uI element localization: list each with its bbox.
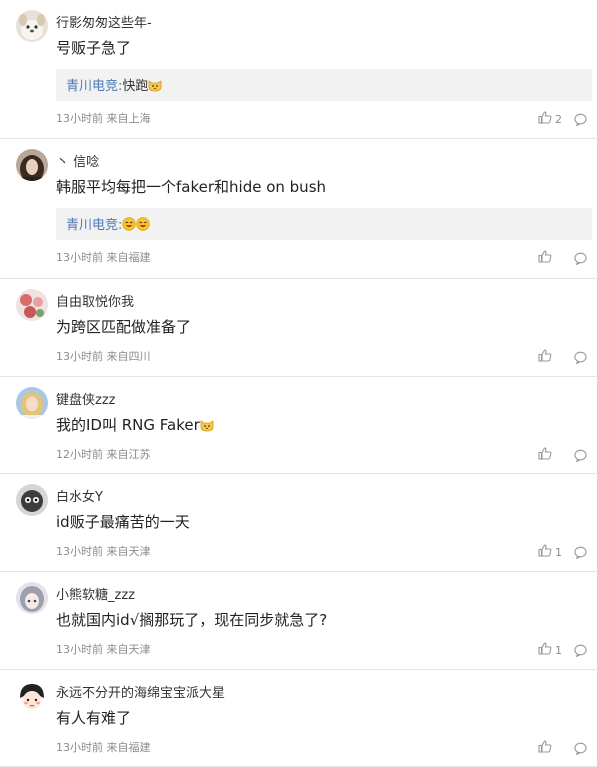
comment-button[interactable] [574, 447, 587, 466]
username[interactable]: 永远不分开的海绵宝宝派大星 [56, 682, 225, 701]
avatar[interactable] [16, 149, 48, 181]
comment-meta: 13小时前 来自天津 [56, 643, 151, 656]
comment-text-content: 韩服平均每把一个faker和hide on bush [56, 178, 327, 196]
thumb-up-icon [538, 740, 552, 756]
comment-button[interactable] [574, 349, 587, 368]
thumb-up-icon [538, 642, 552, 658]
comment-button[interactable] [574, 111, 587, 130]
comment-text-content: 也就国内id√搁那玩了，现在同步就急了? [56, 611, 328, 629]
cat-emoji-icon [148, 79, 162, 94]
cat-emoji-icon [200, 416, 214, 434]
comment-bubble-icon [574, 544, 587, 563]
comment-button[interactable] [574, 250, 587, 269]
username[interactable]: 行影匆匆这些年- [56, 12, 152, 31]
thumb-up-icon [538, 111, 552, 127]
comment-text-content: id贩子最痛苦的一天 [56, 513, 190, 531]
comment-bubble-icon [574, 642, 587, 661]
like-button[interactable] [538, 447, 555, 463]
comment-button[interactable] [574, 544, 587, 563]
avatar[interactable] [16, 10, 48, 42]
reply-text: 快跑 [122, 79, 149, 94]
username[interactable]: 键盘侠zzz [56, 389, 115, 408]
avatar[interactable] [16, 289, 48, 321]
comment-item: 永远不分开的海绵宝宝派大星 有人有难了 13小时前 来自福建 [0, 670, 597, 767]
reply-author[interactable]: 青川电竞: [66, 218, 122, 233]
like-button[interactable] [538, 740, 555, 756]
avatar[interactable] [16, 680, 48, 712]
reply-preview[interactable]: 青川电竞: [56, 208, 592, 240]
comment-bubble-icon [574, 349, 587, 368]
like-count: 1 [555, 643, 562, 657]
laugh-emoji-icon [122, 217, 137, 233]
username[interactable]: 小熊软糖_zzz [56, 584, 135, 603]
reply-author[interactable]: 青川电竞: [66, 79, 122, 94]
comment-text: 为跨区匹配做准备了 [56, 316, 191, 337]
comment-text: 也就国内id√搁那玩了，现在同步就急了? [56, 609, 327, 630]
like-count: 1 [555, 545, 562, 559]
comment-text: 号贩子急了 [56, 37, 131, 58]
like-button[interactable] [538, 250, 555, 266]
thumb-up-icon [538, 544, 552, 560]
thumb-up-icon [538, 447, 552, 463]
comment-meta: 12小时前 来自江苏 [56, 448, 151, 461]
comment-text-content: 我的ID叫 RNG Faker [56, 416, 200, 434]
comment-meta: 13小时前 来自福建 [56, 251, 151, 264]
username[interactable]: 白水女Y [56, 486, 103, 505]
thumb-up-icon [538, 349, 552, 365]
laugh-emoji-icon [136, 217, 151, 233]
like-button[interactable]: 1 [538, 642, 562, 658]
comment-list: 行影匆匆这些年- 号贩子急了 青川电竞:快跑 13小时前 来自上海 2 丶 信唸 韩服平均每… [0, 0, 597, 767]
like-button[interactable] [538, 349, 555, 365]
username[interactable]: 自由取悦你我 [56, 291, 134, 310]
avatar[interactable] [16, 582, 48, 614]
comment-meta: 13小时前 来自福建 [56, 741, 151, 754]
like-button[interactable]: 1 [538, 544, 562, 560]
comment-item: 小熊软糖_zzz 也就国内id√搁那玩了，现在同步就急了? 13小时前 来自天津 1 [0, 572, 597, 670]
comment-button[interactable] [574, 642, 587, 661]
username[interactable]: 丶 信唸 [56, 151, 99, 170]
comment-bubble-icon [574, 111, 587, 130]
comment-text-content: 有人有难了 [56, 709, 132, 727]
comment-bubble-icon [574, 740, 587, 759]
comment-item: 白水女Y id贩子最痛苦的一天 13小时前 来自天津 1 [0, 474, 597, 572]
like-button[interactable]: 2 [538, 111, 562, 127]
comment-bubble-icon [574, 447, 587, 466]
comment-meta: 13小时前 来自上海 [56, 112, 151, 125]
comment-text: 韩服平均每把一个faker和hide on bush [56, 176, 326, 197]
comment-item: 行影匆匆这些年- 号贩子急了青川电竞:快跑 13小时前 来自上海 2 [0, 0, 597, 139]
comment-text: id贩子最痛苦的一天 [56, 511, 190, 532]
comment-item: 自由取悦你我为跨区匹配做准备了 13小时前 来自四川 [0, 279, 597, 377]
comment-item: 键盘侠zzz 我的ID叫 RNG Faker 12小时前 来自江苏 [0, 377, 597, 474]
reply-preview[interactable]: 青川电竞:快跑 [56, 69, 592, 101]
like-count: 2 [555, 112, 562, 126]
avatar[interactable] [16, 387, 48, 419]
comment-bubble-icon [574, 250, 587, 269]
comment-item: 丶 信唸韩服平均每把一个faker和hide on bush 青川电竞: 13小时前… [0, 139, 597, 279]
comment-text-content: 为跨区匹配做准备了 [56, 318, 192, 336]
thumb-up-icon [538, 250, 552, 266]
comment-meta: 13小时前 来自天津 [56, 545, 151, 558]
comment-text-content: 号贩子急了 [56, 39, 132, 57]
comment-button[interactable] [574, 740, 587, 759]
avatar[interactable] [16, 484, 48, 516]
comment-meta: 13小时前 来自四川 [56, 350, 151, 363]
comment-text: 我的ID叫 RNG Faker [56, 414, 214, 435]
comment-text: 有人有难了 [56, 707, 131, 728]
